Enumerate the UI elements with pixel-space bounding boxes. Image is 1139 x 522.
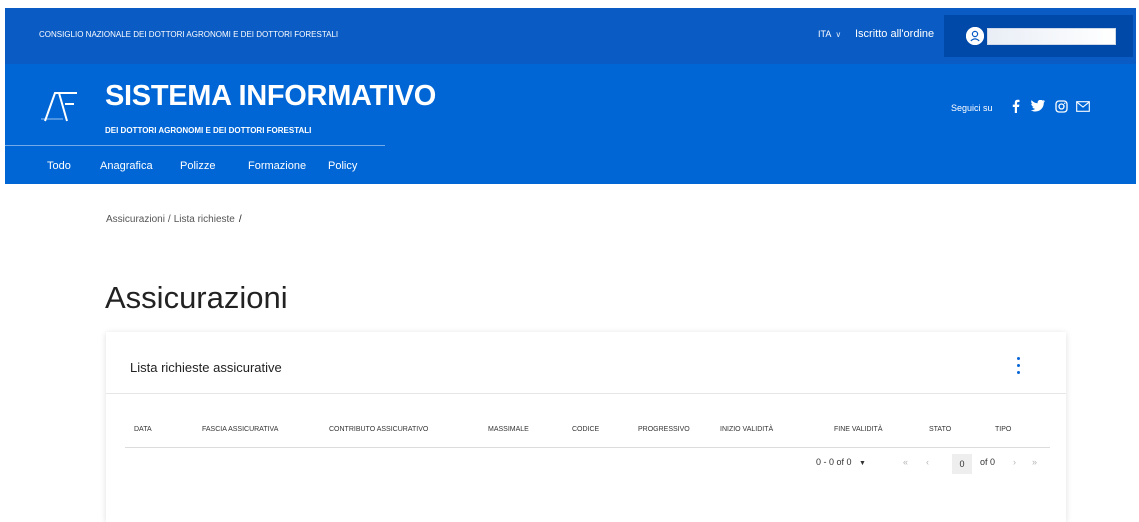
column-header-tipo[interactable]: TIPO [995,426,1011,433]
site-header: SISTEMA INFORMATIVO DEI DOTTORI AGRONOMI… [5,64,1136,184]
chevron-down-icon: ▼ [859,460,866,467]
logo-icon [41,92,77,122]
member-link[interactable]: Iscritto all'ordine [855,28,934,40]
breadcrumb: Assicurazioni / Lista richieste / [106,214,242,225]
twitter-icon[interactable] [1031,99,1045,113]
main-nav: Todo Anagrafica Polizze Formazione Polic… [5,160,605,178]
nav-item-polizze[interactable]: Polizze [180,160,215,172]
card-title: Lista richieste assicurative [130,360,282,375]
column-header-contributo-assicurativo[interactable]: CONTRIBUTO ASSICURATIVO [329,426,428,433]
page-range-label: 0 - 0 of 0 [816,457,852,467]
user-name-field [987,28,1116,45]
page-title: Assicurazioni [105,280,288,315]
facebook-icon[interactable] [1008,99,1022,113]
site-subtitle: DEI DOTTORI AGRONOMI E DEI DOTTORI FORES… [105,126,312,135]
email-icon[interactable] [1076,99,1090,113]
breadcrumb-item-lista-richieste[interactable]: Lista richieste [174,214,235,225]
last-page-button[interactable]: » [1032,457,1037,475]
breadcrumb-item-assicurazioni[interactable]: Assicurazioni [106,214,165,225]
chevron-down-icon: ∨ [835,30,842,39]
follow-label: Seguici su [951,103,993,113]
previous-page-button[interactable]: ‹ [926,457,929,475]
user-avatar-icon [966,27,984,45]
header-divider [5,145,385,146]
nav-item-anagrafica[interactable]: Anagrafica [100,160,153,172]
requests-card: Lista richieste assicurative DATA FASCIA… [106,332,1066,522]
nav-item-formazione[interactable]: Formazione [248,160,306,172]
instagram-icon[interactable] [1054,99,1068,113]
column-header-data[interactable]: DATA [134,426,152,433]
language-selector[interactable]: ITA ∨ [818,29,841,39]
top-bar: CONSIGLIO NAZIONALE DEI DOTTORI AGRONOMI… [5,8,1136,64]
more-options-icon[interactable] [1013,356,1023,376]
organization-name: CONSIGLIO NAZIONALE DEI DOTTORI AGRONOMI… [39,30,339,39]
card-divider [106,393,1066,394]
column-header-massimale[interactable]: MASSIMALE [488,426,529,433]
breadcrumb-separator: / [238,214,242,225]
language-label: ITA [818,29,832,39]
nav-item-todo[interactable]: Todo [47,160,71,172]
next-page-button[interactable]: › [1013,457,1016,475]
current-page-input[interactable]: 0 [952,454,972,474]
first-page-button[interactable]: « [903,457,908,475]
column-header-fascia-assicurativa[interactable]: FASCIA ASSICURATIVA [202,426,278,433]
nav-item-policy[interactable]: Policy [328,160,357,172]
column-header-inizio-validita[interactable]: INIZIO VALIDITÀ [720,426,773,433]
column-header-fine-validita[interactable]: FINE VALIDITÀ [834,426,883,433]
total-pages-label: of 0 [980,457,996,467]
table-divider [125,447,1050,448]
page-range-selector[interactable]: 0 - 0 of 0 ▼ [816,457,866,475]
column-header-stato[interactable]: STATO [929,426,951,433]
user-menu[interactable] [944,15,1133,57]
breadcrumb-separator: / [167,214,171,225]
column-header-progressivo[interactable]: PROGRESSIVO [638,426,690,433]
column-header-codice[interactable]: CODICE [572,426,599,433]
site-title[interactable]: SISTEMA INFORMATIVO [105,80,436,113]
